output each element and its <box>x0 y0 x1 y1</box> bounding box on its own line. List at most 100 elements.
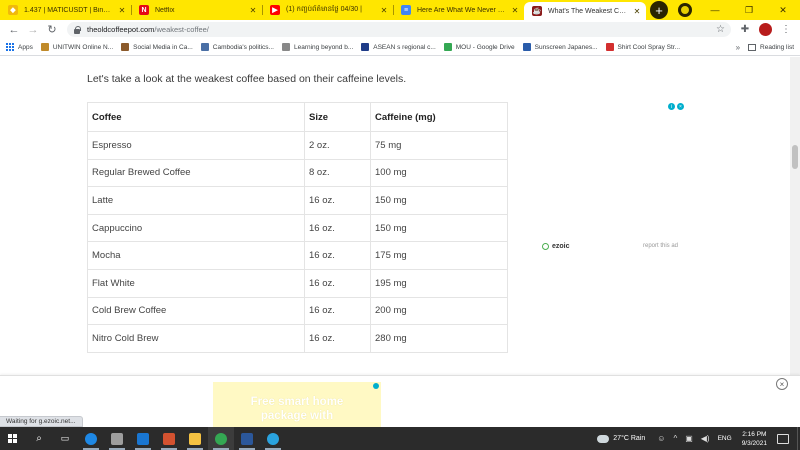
table-row: Mocha 16 oz. 175 mg <box>87 241 508 270</box>
extensions-puzzle-icon[interactable]: ✚ <box>737 22 753 38</box>
bookmark-item[interactable]: Apps <box>6 43 33 51</box>
windows-logo-icon <box>8 433 18 444</box>
windows-taskbar: ⌕ ▭ 27°C Rain ☺ ^ ▣ ◀) ENG 2:16 PM 9/3/2… <box>0 427 800 450</box>
bookmark-label: ASEAN s regional c... <box>373 43 436 51</box>
page-scrollbar[interactable] <box>790 57 800 375</box>
reading-list-button[interactable]: Reading list <box>748 43 794 51</box>
taskbar-store-icon[interactable] <box>104 427 130 450</box>
tab-close-icon[interactable]: ✕ <box>510 6 520 15</box>
adchoices-badge[interactable]: i × <box>668 103 684 110</box>
menu-kebab-icon[interactable]: ⋮ <box>778 22 794 38</box>
chevron-up-icon[interactable]: ^ <box>673 434 677 443</box>
tab-close-icon[interactable]: ✕ <box>632 7 642 16</box>
table-cell: 280 mg <box>370 324 508 353</box>
table-cell: 2 oz. <box>304 131 371 160</box>
ad-text-line: package with <box>260 410 334 422</box>
bottom-ad-strip: Free smart home package with × <box>0 375 800 428</box>
restore-icon[interactable]: ❐ <box>732 0 766 20</box>
taskbar-mail-icon[interactable] <box>130 427 156 450</box>
table-cell: 200 mg <box>370 296 508 326</box>
minimize-icon[interactable]: — <box>698 0 732 20</box>
bookmark-item[interactable]: Learning beyond b... <box>281 43 353 51</box>
taskbar-edge-icon[interactable] <box>78 427 104 450</box>
table-cell: 175 mg <box>370 241 508 270</box>
adchoices-icon[interactable]: i <box>668 103 675 110</box>
tab-title: 1.437 | MATICUSDT | Binance <box>24 6 113 14</box>
tab-close-icon[interactable]: ✕ <box>379 6 389 15</box>
ad-text-line: Free smart home <box>250 396 344 408</box>
store-app-icon <box>111 432 123 445</box>
report-ad-link[interactable]: report this ad <box>643 243 678 249</box>
clock[interactable]: 2:16 PM 9/3/2021 <box>742 430 767 448</box>
tab-close-icon[interactable]: ✕ <box>248 6 258 15</box>
chrome-app-icon <box>215 432 227 445</box>
lock-icon[interactable] <box>73 25 81 34</box>
start-button[interactable] <box>0 427 26 450</box>
bookmark-label: Social Media in Ca... <box>133 43 193 51</box>
tab-close-icon[interactable]: ✕ <box>117 6 127 15</box>
notification-icon[interactable] <box>777 433 789 444</box>
forward-arrow-icon[interactable]: → <box>25 22 41 38</box>
taskbar-word-icon[interactable] <box>234 427 260 450</box>
table-row: Flat White 16 oz. 195 mg <box>87 268 508 298</box>
tab-favicon-icon: N <box>139 5 149 15</box>
bookmark-star-icon[interactable]: ☆ <box>716 24 725 35</box>
adchoices-icon[interactable] <box>373 383 379 389</box>
weather-widget[interactable]: 27°C Rain <box>597 434 645 443</box>
table-cell: 16 oz. <box>304 241 371 270</box>
bottom-ad-banner[interactable]: Free smart home package with <box>213 382 381 428</box>
bookmark-favicon-icon <box>121 43 130 51</box>
new-tab-button[interactable]: + <box>650 1 668 19</box>
taskbar-telegram-icon[interactable] <box>260 427 286 450</box>
ad-close-icon[interactable]: × <box>677 103 684 110</box>
table-body: Espresso 2 oz. 75 mg Regular Brewed Coffee 8… <box>87 131 508 353</box>
reading-list-icon <box>748 43 757 51</box>
browser-tab[interactable]: ≡ Here Are What We Never Know ✕ <box>393 0 524 20</box>
column-header: Caffeine (mg) <box>370 102 508 132</box>
profile-avatar[interactable] <box>759 23 772 36</box>
reload-icon[interactable]: ↻ <box>44 22 60 38</box>
ezoic-logo[interactable]: ezoic <box>542 243 570 250</box>
tab-favicon-icon: ☕ <box>532 6 542 16</box>
volume-icon[interactable]: ◀) <box>701 434 710 443</box>
taskbar-chrome-icon[interactable] <box>208 427 234 450</box>
table-cell: Latte <box>87 186 305 215</box>
browser-tab[interactable]: N Netflix ✕ <box>131 0 262 20</box>
reading-list-label: Reading list <box>760 43 794 51</box>
taskbar-explorer-icon[interactable] <box>182 427 208 450</box>
tab-search-icon[interactable] <box>678 3 692 17</box>
back-arrow-icon[interactable]: ← <box>6 22 22 38</box>
bookmark-item[interactable]: UNITWIN Online N... <box>40 43 113 51</box>
scrollbar-thumb[interactable] <box>792 145 798 169</box>
close-window-icon[interactable]: ✕ <box>766 0 800 20</box>
table-row: Nitro Cold Brew 16 oz. 280 mg <box>87 324 508 353</box>
input-language[interactable]: ENG <box>718 435 732 442</box>
ad-close-button[interactable]: × <box>776 378 788 390</box>
table-row: Espresso 2 oz. 75 mg <box>87 131 508 160</box>
bookmark-item[interactable]: ASEAN s regional c... <box>361 43 436 51</box>
browser-tab[interactable]: ☕ What's The Weakest Coffee? - ☕ ✕ <box>524 2 646 20</box>
column-header: Size <box>304 102 371 132</box>
tab-favicon-icon: ◆ <box>8 5 18 15</box>
table-header-row: Coffee Size Caffeine (mg) <box>87 102 508 132</box>
network-icon[interactable]: ▣ <box>685 434 693 443</box>
bookmark-item[interactable]: Cambodia's politics... <box>200 43 274 51</box>
browser-tab[interactable]: ◆ 1.437 | MATICUSDT | Binance ✕ <box>0 0 131 20</box>
table-cell: Nitro Cold Brew <box>87 324 305 353</box>
bookmark-item[interactable]: Sunscreen Japanes... <box>522 43 598 51</box>
chevron-right-icon[interactable]: » <box>736 43 740 52</box>
taskbar-powerpoint-icon[interactable] <box>156 427 182 450</box>
people-icon[interactable]: ☺ <box>657 434 665 443</box>
bookmark-favicon-icon <box>605 43 614 51</box>
bookmark-item[interactable]: MOU - Google Drive <box>443 43 515 51</box>
browser-tab[interactable]: ▶ (1) កញ្ចប់ព័ត៌មានថ្ងៃ 04/30 | ✕ <box>262 0 393 20</box>
clock-date: 9/3/2021 <box>741 439 767 447</box>
task-view-icon[interactable]: ▭ <box>52 427 78 450</box>
table-cell: 75 mg <box>370 131 508 160</box>
search-icon[interactable]: ⌕ <box>26 427 52 450</box>
address-bar[interactable]: theoldcoffeepot.com/weakest-coffee/ ☆ <box>67 22 731 37</box>
table-cell: 150 mg <box>370 186 508 215</box>
bookmark-item[interactable]: Shirt Cool Spray Str... <box>605 43 680 51</box>
rain-cloud-icon <box>597 434 610 443</box>
bookmark-item[interactable]: Social Media in Ca... <box>121 43 193 51</box>
